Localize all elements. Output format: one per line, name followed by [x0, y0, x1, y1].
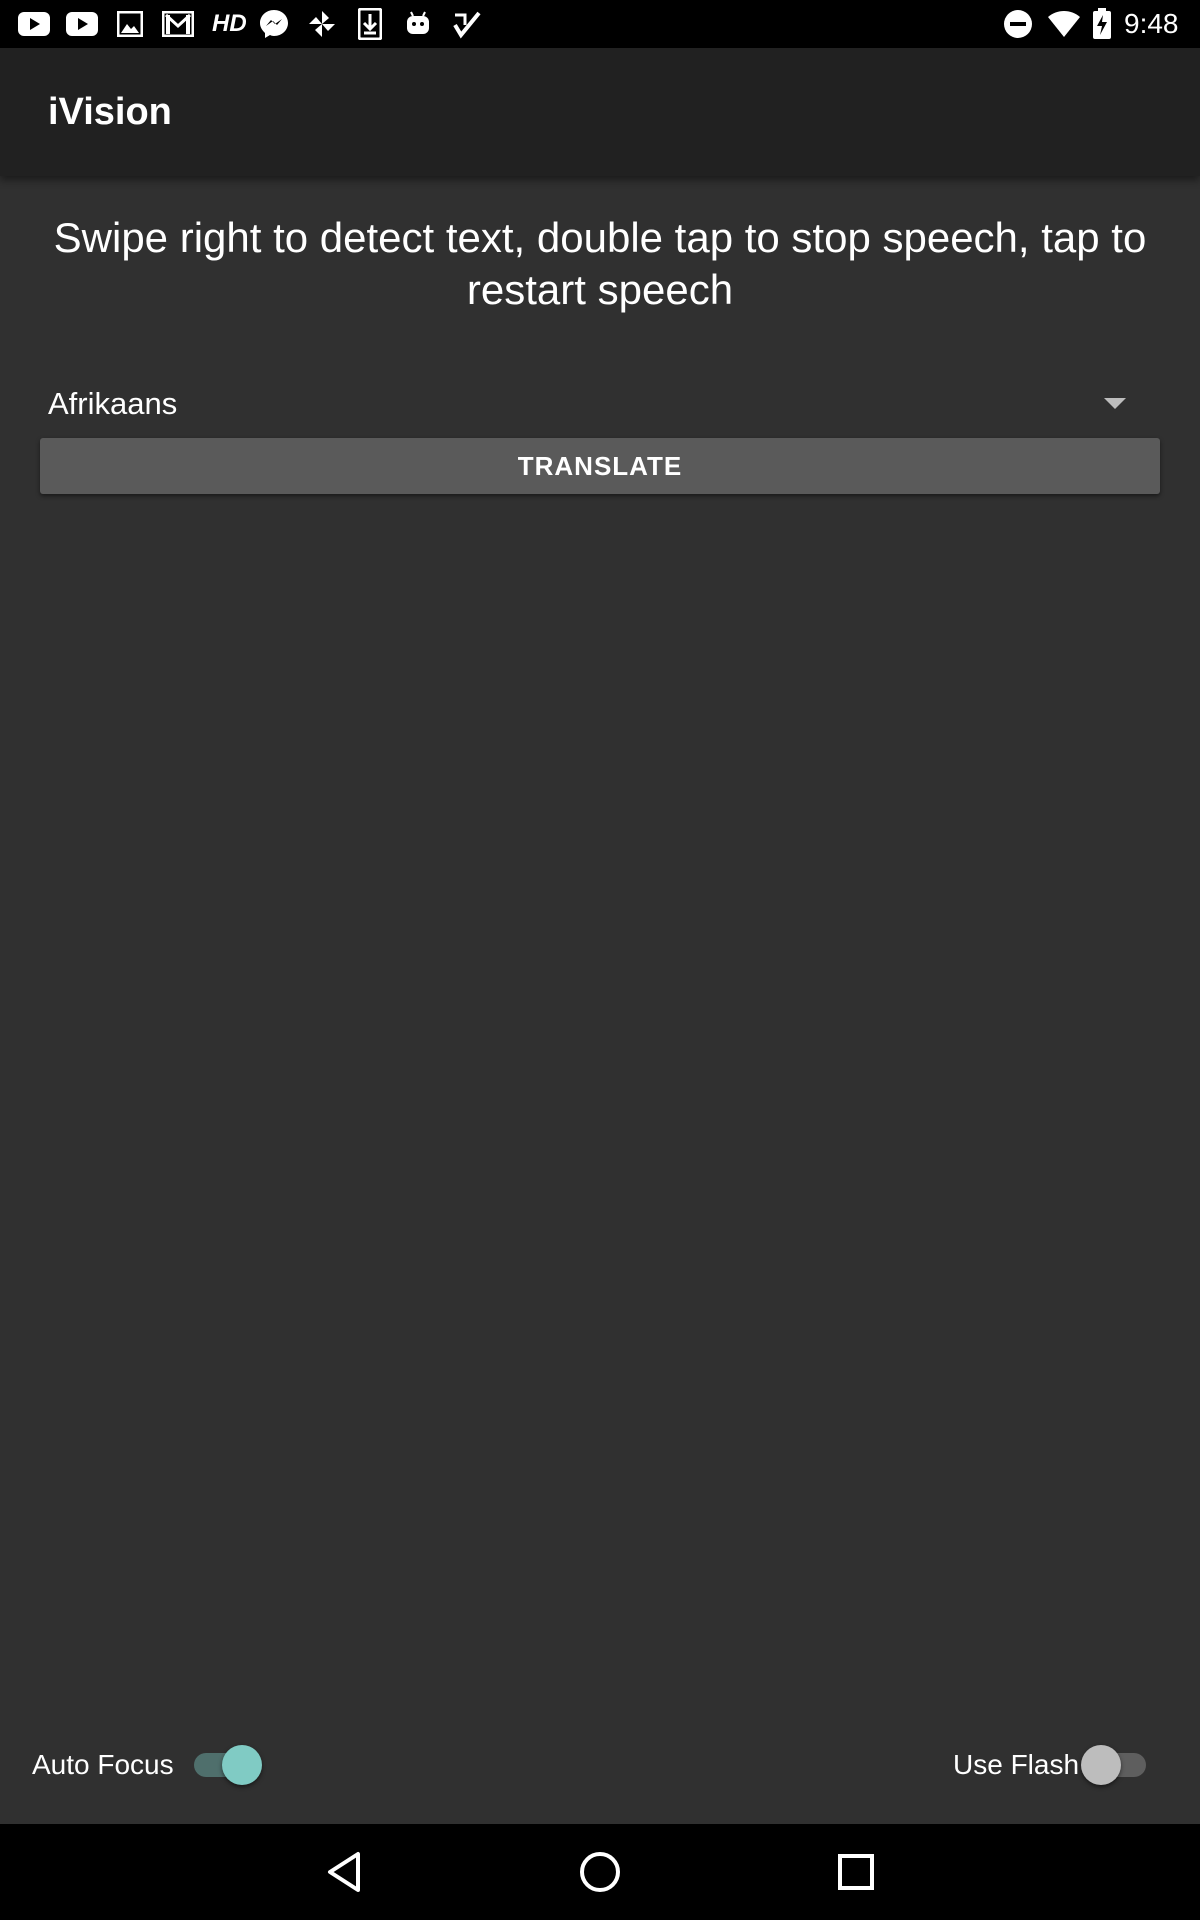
- home-icon[interactable]: [570, 1842, 630, 1902]
- status-bar: HD 9:48: [0, 0, 1200, 48]
- language-spinner[interactable]: Afrikaans: [40, 374, 1160, 434]
- screen: HD 9:48 iVision Swipe right to detect te…: [0, 0, 1200, 1920]
- wifi-icon: [1046, 8, 1082, 40]
- android-icon: [402, 8, 434, 40]
- language-spinner-value: Afrikaans: [48, 386, 178, 421]
- use-flash-switch-thumb: [1081, 1745, 1121, 1785]
- recents-icon[interactable]: [826, 1842, 886, 1902]
- instructions-text: Swipe right to detect text, double tap t…: [53, 214, 1147, 313]
- youtube-icon: [66, 8, 98, 40]
- use-flash-switch[interactable]: [1078, 1740, 1150, 1790]
- app-title: iVision: [48, 91, 172, 133]
- navigation-bar: [0, 1824, 1200, 1920]
- messenger-icon: [258, 8, 290, 40]
- auto-focus-switch[interactable]: [190, 1740, 262, 1790]
- image-icon: [114, 8, 146, 40]
- youtube-icon: [18, 8, 50, 40]
- task-check-icon: [450, 8, 482, 40]
- pinwheel-icon: [306, 8, 338, 40]
- translate-button[interactable]: TRANSLATE: [40, 438, 1160, 494]
- app-bar: iVision: [0, 48, 1200, 176]
- auto-focus-label: Auto Focus: [32, 1749, 174, 1780]
- status-time: 9:48: [1124, 8, 1179, 39]
- hd-icon: HD: [212, 10, 247, 37]
- auto-focus-switch-thumb: [222, 1745, 262, 1785]
- do-not-disturb-icon: [1002, 8, 1034, 40]
- back-icon[interactable]: [314, 1842, 374, 1902]
- dropdown-arrow-icon: [1104, 398, 1126, 409]
- use-flash-label: Use Flash: [953, 1749, 1080, 1780]
- download-icon: [354, 8, 386, 40]
- battery-charging-icon: [1090, 8, 1114, 40]
- gmail-icon: [162, 8, 194, 40]
